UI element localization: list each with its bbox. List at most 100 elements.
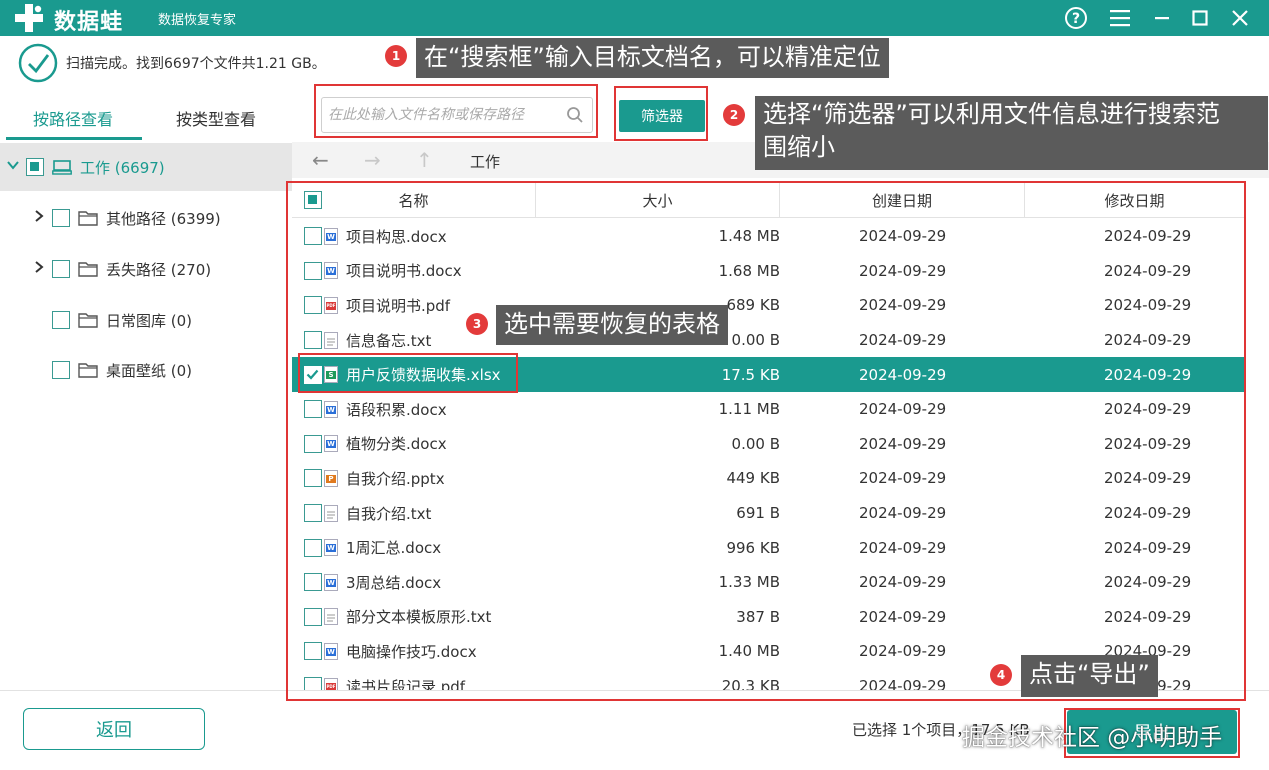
table-row[interactable]: W 语段积累.docx 1.11 MB 2024-09-29 2024-09-29 (292, 392, 1244, 427)
back-button[interactable]: 返回 (23, 708, 205, 750)
row-checkbox[interactable] (304, 538, 322, 557)
tree-item-checkbox[interactable] (52, 209, 70, 227)
row-checkbox[interactable] (304, 365, 322, 384)
row-icon-cell: P (324, 461, 338, 496)
row-checkbox-cell (304, 461, 322, 496)
search-icon[interactable] (566, 106, 584, 124)
tree-item-desktop-wallpaper[interactable]: 桌面壁纸 (0) (0, 350, 292, 390)
table-row[interactable]: W 植物分类.docx 0.00 B 2024-09-29 2024-09-29 (292, 427, 1244, 462)
row-checkbox[interactable] (304, 469, 322, 488)
table-row[interactable]: P 自我介绍.pptx 449 KB 2024-09-29 2024-09-29 (292, 461, 1244, 496)
row-checkbox[interactable] (304, 434, 322, 453)
row-icon-cell (324, 600, 338, 635)
filter-button[interactable]: 筛选器 (619, 100, 705, 132)
table-row[interactable]: PDF 项目说明书.pdf 689 KB 2024-09-29 2024-09-29 (292, 288, 1244, 323)
row-checkbox[interactable] (304, 400, 322, 419)
row-icon-cell: W (324, 254, 338, 289)
row-checkbox-cell (304, 669, 322, 691)
file-name: 语段积累.docx (346, 400, 447, 419)
help-button[interactable]: ? (1062, 4, 1090, 32)
left-panel: 按路径查看 按类型查看 工作 (6697) 其他路径 (6399) 丢失路径 (… (0, 88, 292, 690)
row-checkbox[interactable] (304, 573, 322, 592)
row-checkbox[interactable] (304, 227, 322, 246)
tree-root-work[interactable]: 工作 (6697) (0, 143, 292, 191)
table-row[interactable]: 信息备忘.txt 0.00 B 2024-09-29 2024-09-29 (292, 323, 1244, 358)
row-icon-cell: S (324, 357, 338, 392)
tree-item-checkbox[interactable] (52, 361, 70, 379)
created-date: 2024-09-29 (859, 607, 947, 626)
tree-item-other-paths[interactable]: 其他路径 (6399) (0, 198, 292, 238)
breadcrumb[interactable]: 工作 (470, 151, 500, 172)
file-size: 1.48 MB (718, 227, 780, 246)
modified-date: 2024-09-29 (1104, 504, 1192, 523)
table-row[interactable]: W 3周总结.docx 1.33 MB 2024-09-29 2024-09-29 (292, 565, 1244, 600)
table-row[interactable]: W 项目构思.docx 1.48 MB 2024-09-29 2024-09-29 (292, 219, 1244, 254)
row-icon-cell: W (324, 427, 338, 462)
minimize-button[interactable] (1148, 4, 1176, 32)
chevron-down-icon[interactable] (4, 158, 22, 176)
row-checkbox[interactable] (304, 261, 322, 280)
check-circle-icon (18, 43, 58, 83)
callout-step-2-line1: 选择“筛选器”可以利用文件信息进行搜索范 (763, 100, 1220, 128)
created-date: 2024-09-29 (859, 573, 947, 592)
row-checkbox[interactable] (304, 607, 322, 626)
maximize-button[interactable] (1186, 4, 1214, 32)
file-size: 17.5 KB (721, 365, 780, 384)
table-row[interactable]: W 1周汇总.docx 996 KB 2024-09-29 2024-09-29 (292, 530, 1244, 565)
up-arrow-icon[interactable]: ↑ (416, 148, 433, 172)
row-icon-cell (324, 323, 338, 358)
tab-by-path[interactable]: 按路径查看 (33, 106, 113, 130)
forward-arrow-icon[interactable]: → (364, 148, 381, 172)
back-arrow-icon[interactable]: ← (312, 148, 329, 172)
row-checkbox[interactable] (304, 642, 322, 661)
docx-file-icon: W (324, 227, 338, 245)
file-size: 996 KB (726, 538, 780, 557)
file-table-body: W 项目构思.docx 1.48 MB 2024-09-29 2024-09-29 W 项目… (292, 219, 1244, 691)
scan-status: 扫描完成。找到6697个文件共1.21 GB。 (18, 43, 326, 83)
created-date: 2024-09-29 (859, 331, 947, 350)
modified-date: 2024-09-29 (1104, 573, 1192, 592)
table-row[interactable]: W 项目说明书.docx 1.68 MB 2024-09-29 2024-09-29 (292, 254, 1244, 289)
xlsx-file-icon: S (324, 366, 338, 384)
created-date: 2024-09-29 (859, 642, 947, 661)
select-all-checkbox[interactable] (304, 191, 322, 209)
search-box[interactable] (321, 97, 593, 133)
row-checkbox[interactable] (304, 677, 322, 691)
tree-item-checkbox[interactable] (52, 260, 70, 278)
row-checkbox[interactable] (304, 331, 322, 350)
tab-by-type[interactable]: 按类型查看 (176, 106, 256, 130)
file-name: 项目构思.docx (346, 227, 447, 246)
chevron-right-icon[interactable] (30, 260, 48, 278)
created-date: 2024-09-29 (859, 400, 947, 419)
header-created[interactable]: 创建日期 (780, 182, 1025, 218)
modified-date: 2024-09-29 (1104, 400, 1192, 419)
table-row[interactable]: 自我介绍.txt 691 B 2024-09-29 2024-09-29 (292, 496, 1244, 531)
created-date: 2024-09-29 (859, 538, 947, 557)
tree-root-checkbox[interactable] (26, 158, 44, 176)
row-checkbox[interactable] (304, 296, 322, 315)
folder-icon (78, 313, 98, 328)
row-icon-cell (324, 496, 338, 531)
menu-button[interactable] (1106, 4, 1134, 32)
file-name: 信息备忘.txt (346, 331, 432, 350)
txt-file-icon (324, 608, 338, 626)
row-icon-cell: W (324, 530, 338, 565)
header-name[interactable]: 名称 (292, 182, 536, 218)
tree-item-lost-paths[interactable]: 丢失路径 (270) (0, 249, 292, 289)
row-icon-cell: PDF (324, 669, 338, 691)
tree-item-daily-gallery[interactable]: 日常图库 (0) (0, 300, 292, 340)
search-input[interactable] (328, 103, 560, 127)
header-modified[interactable]: 修改日期 (1025, 182, 1244, 218)
table-row[interactable]: S 用户反馈数据收集.xlsx 17.5 KB 2024-09-29 2024-09-2… (292, 357, 1244, 392)
header-size[interactable]: 大小 (536, 182, 780, 218)
close-button[interactable] (1226, 4, 1254, 32)
pdf-file-icon: PDF (324, 296, 338, 314)
row-checkbox[interactable] (304, 504, 322, 523)
help-icon: ? (1065, 7, 1087, 29)
row-checkbox-cell (304, 530, 322, 565)
created-date: 2024-09-29 (859, 504, 947, 523)
table-row[interactable]: 部分文本模板原形.txt 387 B 2024-09-29 2024-09-29 (292, 600, 1244, 635)
tree-item-checkbox[interactable] (52, 311, 70, 329)
file-name: 电脑操作技巧.docx (346, 642, 477, 661)
chevron-right-icon[interactable] (30, 209, 48, 227)
